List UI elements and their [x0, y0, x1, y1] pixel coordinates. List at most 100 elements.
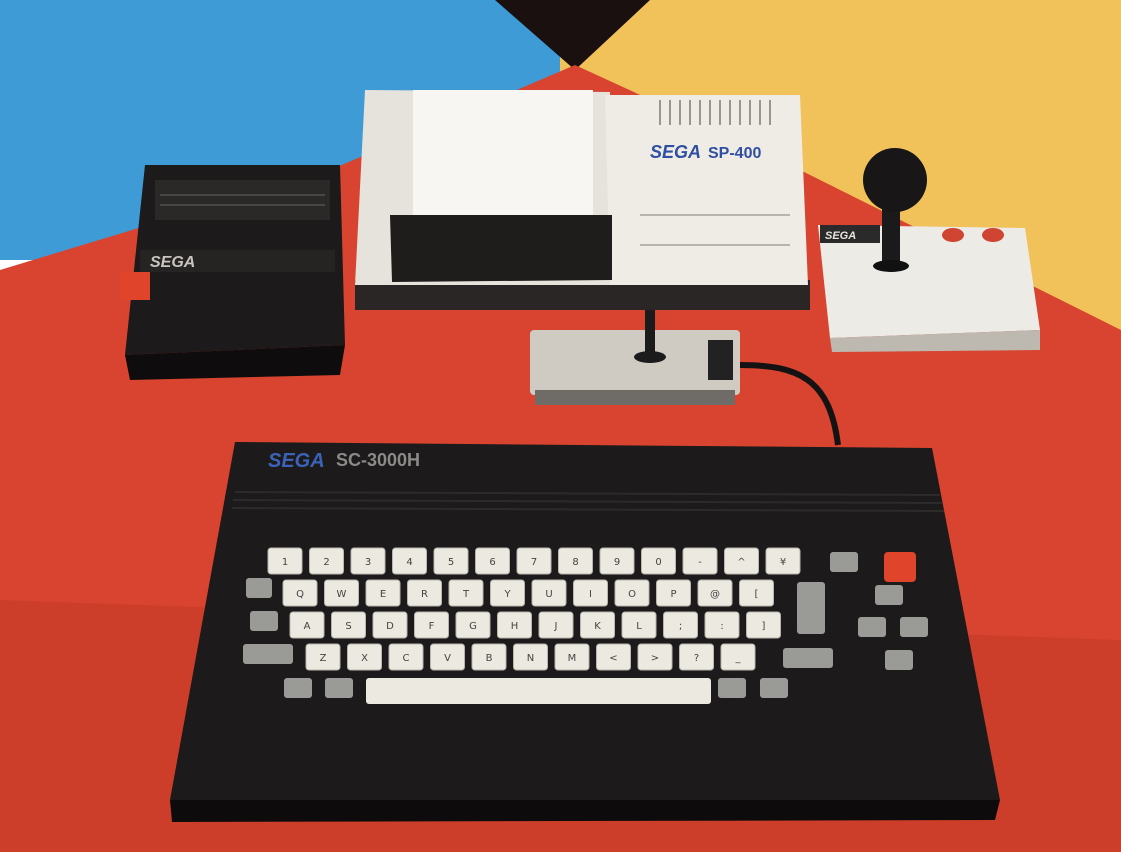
- key-cursor-right[interactable]: [900, 617, 928, 637]
- key-row2-7[interactable]: I: [573, 579, 608, 607]
- key-row1-12[interactable]: ¥: [765, 547, 801, 575]
- key-row4-3[interactable]: V: [430, 643, 465, 671]
- key-label: 7: [531, 557, 537, 568]
- fire-button-1[interactable]: [942, 228, 964, 242]
- key-home[interactable]: [830, 552, 858, 572]
- key-label: G: [469, 621, 477, 632]
- printer-brand: SEGA: [650, 142, 701, 162]
- key-row1-10[interactable]: -: [682, 547, 718, 575]
- key-label: N: [527, 653, 534, 664]
- photo-scene: SEGA SEGA SP-400 SEGA SEGA SC-3000H 1 2 …: [0, 0, 1121, 852]
- fire-button-2[interactable]: [982, 228, 1004, 242]
- key-row4-4[interactable]: B: [471, 643, 507, 671]
- key-row2-9[interactable]: P: [656, 579, 691, 607]
- key-row4-6[interactable]: M: [554, 643, 590, 671]
- keyboard-brand: SEGA: [268, 450, 325, 472]
- key-func-left-2[interactable]: [250, 611, 278, 631]
- key-row3-4[interactable]: G: [455, 611, 491, 639]
- key-row4-1[interactable]: X: [347, 643, 382, 671]
- reset-button[interactable]: [884, 552, 916, 582]
- key-row4-9[interactable]: ?: [679, 643, 714, 671]
- joystick-ball[interactable]: [863, 148, 927, 212]
- key-row2-8[interactable]: O: [614, 579, 650, 607]
- key-row3-11[interactable]: ]: [746, 611, 781, 639]
- key-label: E: [380, 589, 386, 600]
- key-label: 2: [323, 557, 329, 568]
- key-row3-2[interactable]: D: [372, 611, 408, 639]
- key-label: F: [429, 621, 435, 632]
- key-label: M: [568, 653, 577, 664]
- key-label: Y: [503, 589, 511, 600]
- key-cursor-left[interactable]: [858, 617, 886, 637]
- key-row2-10[interactable]: @: [697, 579, 733, 607]
- key-row3-0[interactable]: A: [289, 611, 325, 639]
- key-row3-10[interactable]: :: [704, 611, 740, 639]
- key-label: ]: [762, 621, 766, 632]
- key-row2-6[interactable]: U: [531, 579, 567, 607]
- key-label: L: [636, 621, 642, 632]
- key-row2-2[interactable]: E: [365, 579, 401, 607]
- key-func-left-1[interactable]: [246, 578, 272, 598]
- key-row2-4[interactable]: T: [448, 579, 484, 607]
- key-label: A: [304, 621, 311, 632]
- key-row1-8[interactable]: 9: [599, 547, 635, 575]
- key-row2-5[interactable]: Y: [490, 579, 525, 607]
- key-label: 3: [365, 557, 371, 568]
- key-label: 5: [448, 557, 454, 568]
- key-row3-5[interactable]: H: [497, 611, 532, 639]
- key-row3-3[interactable]: F: [414, 611, 449, 639]
- key-row2-11[interactable]: [: [739, 579, 774, 607]
- key-label: 6: [489, 557, 495, 568]
- key-label: Q: [296, 589, 304, 600]
- key-func-left-3[interactable]: [243, 644, 293, 664]
- key-row1-2[interactable]: 3: [350, 547, 386, 575]
- key-space[interactable]: [366, 678, 711, 704]
- key-func-left-4[interactable]: [284, 678, 312, 698]
- key-row3-1[interactable]: S: [331, 611, 366, 639]
- key-row4-2[interactable]: C: [388, 643, 424, 671]
- key-row4-0[interactable]: Z: [305, 643, 341, 671]
- key-label: 9: [614, 557, 620, 568]
- key-return[interactable]: [797, 582, 825, 634]
- key-row3-9[interactable]: ;: [663, 611, 698, 639]
- key-shift-right[interactable]: [783, 648, 833, 668]
- key-row1-7[interactable]: 8: [558, 547, 593, 575]
- key-label: 0: [655, 557, 661, 568]
- key-row1-4[interactable]: 5: [433, 547, 469, 575]
- key-label: D: [386, 621, 394, 632]
- key-label: V: [444, 653, 451, 664]
- key-row1-9[interactable]: 0: [641, 547, 676, 575]
- key-row2-0[interactable]: Q: [282, 579, 318, 607]
- key-row3-7[interactable]: K: [580, 611, 615, 639]
- tape-deck-red-button[interactable]: [120, 272, 150, 300]
- key-row4-5[interactable]: N: [513, 643, 548, 671]
- key-row1-5[interactable]: 6: [475, 547, 510, 575]
- key-label: Z: [320, 653, 327, 664]
- key-label: O: [628, 589, 636, 600]
- key-cursor-down[interactable]: [885, 650, 913, 670]
- key-row1-0[interactable]: 1: [267, 547, 303, 575]
- key-label: T: [462, 589, 470, 600]
- key-row3-8[interactable]: L: [621, 611, 657, 639]
- key-row1-6[interactable]: 7: [516, 547, 552, 575]
- key-row4-7[interactable]: <: [596, 643, 631, 671]
- key-row1-3[interactable]: 4: [392, 547, 427, 575]
- key-row1-1[interactable]: 2: [309, 547, 344, 575]
- key-row3-6[interactable]: J: [538, 611, 574, 639]
- key-label: B: [486, 653, 493, 664]
- key-func-right-1[interactable]: [718, 678, 746, 698]
- key-cursor-up[interactable]: [875, 585, 903, 605]
- key-func-left-5[interactable]: [325, 678, 353, 698]
- key-row-4: Z X C V B N M < >? _: [305, 643, 756, 671]
- key-row4-10[interactable]: _: [720, 643, 756, 671]
- key-label: @: [710, 589, 720, 600]
- key-row2-3[interactable]: R: [407, 579, 442, 607]
- key-label: [: [755, 589, 759, 600]
- key-func-right-2[interactable]: [760, 678, 788, 698]
- tape-deck-brand: SEGA: [150, 254, 195, 271]
- key-label: 8: [572, 557, 578, 568]
- key-label: W: [337, 589, 347, 600]
- key-row1-11[interactable]: ^: [724, 547, 759, 575]
- key-row2-1[interactable]: W: [324, 579, 359, 607]
- key-row4-8[interactable]: >: [637, 643, 673, 671]
